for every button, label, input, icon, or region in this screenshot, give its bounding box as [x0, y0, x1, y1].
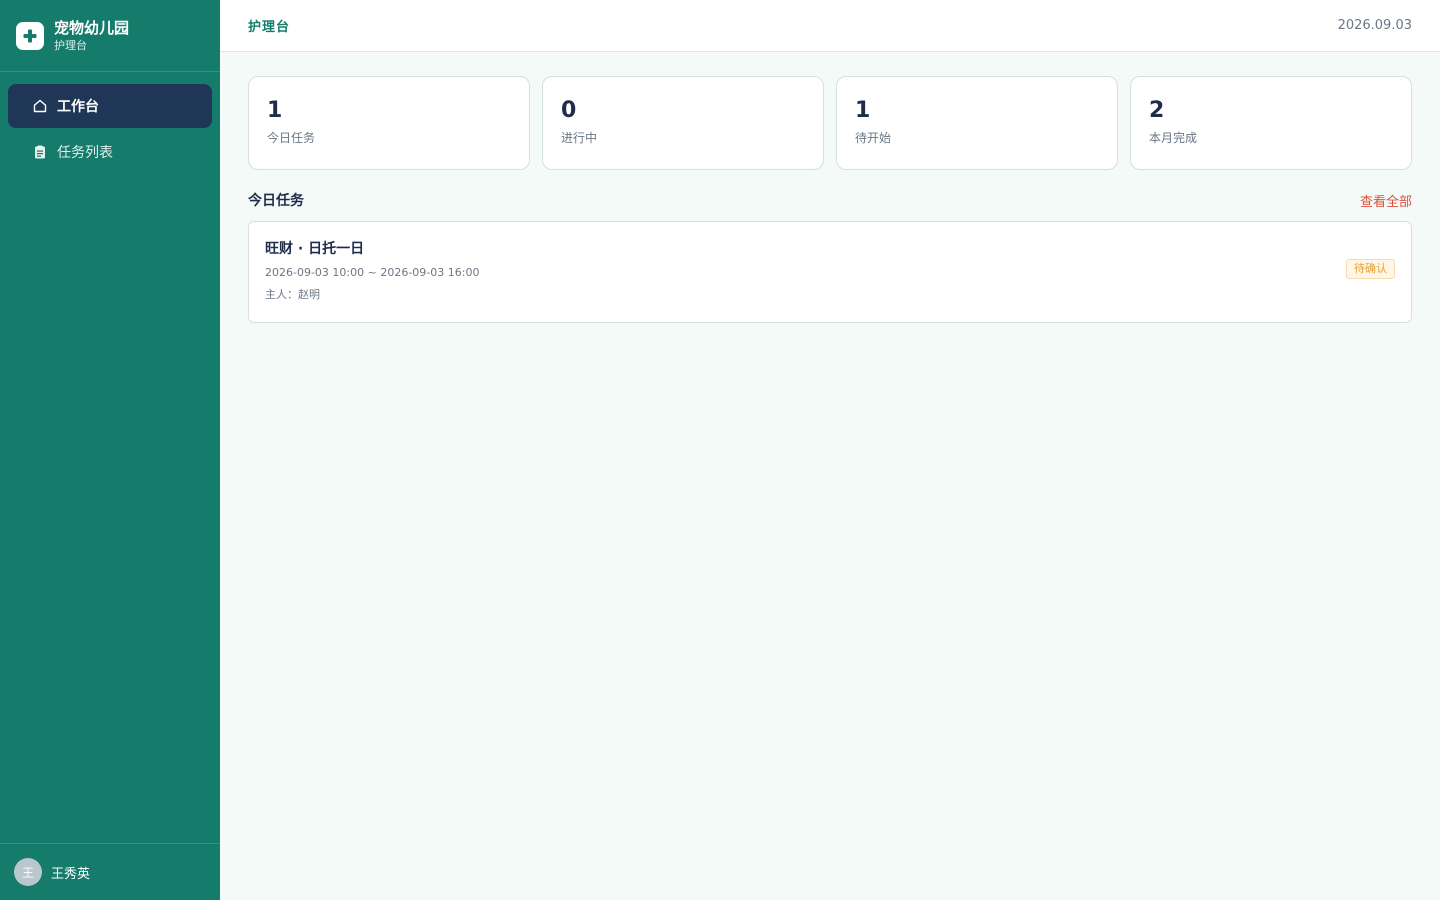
stat-card-pending-start: 1 待开始: [836, 76, 1118, 170]
task-card[interactable]: 旺财 · 日托一日 2026-09-03 10:00 ~ 2026-09-03 …: [248, 221, 1412, 323]
task-title: 旺财 · 日托一日: [265, 241, 365, 257]
current-date: 2026.09.03: [1337, 18, 1412, 33]
user-profile[interactable]: 王 王秀英: [0, 843, 220, 900]
user-name: 王秀英: [51, 866, 91, 882]
sidebar-nav: 工作台 任务列表: [0, 72, 220, 176]
brand-text: 宠物幼儿园 护理台: [54, 19, 129, 53]
stat-label: 本月完成: [1149, 131, 1198, 145]
stat-value: 1: [267, 98, 283, 123]
page-title: 护理台: [248, 20, 291, 35]
sidebar-item-task-list[interactable]: 任务列表: [8, 130, 212, 174]
view-all-link[interactable]: 查看全部: [1360, 191, 1412, 210]
brand-title: 宠物幼儿园: [54, 18, 130, 37]
home-icon: [32, 98, 48, 114]
brand-subtitle: 护理台: [54, 38, 87, 52]
stat-value: 1: [855, 98, 871, 123]
brand: 宠物幼儿园 护理台: [0, 0, 220, 72]
avatar: 王: [14, 858, 42, 886]
status-badge: 待确认: [1346, 259, 1395, 279]
stat-card-today-tasks: 1 今日任务: [248, 76, 530, 170]
app-root: 宠物幼儿园 护理台 工作台 任务列表 王 王秀英 护理台 2026.09.03 …: [0, 0, 1440, 900]
stat-card-month-completed: 2 本月完成: [1130, 76, 1412, 170]
stat-label: 进行中: [561, 131, 598, 145]
today-tasks-header: 今日任务 查看全部: [248, 191, 1412, 210]
dashboard-content: 1 今日任务 0 进行中 1 待开始 2 本月完成 今日任务 查看全部 旺财 ·…: [220, 52, 1440, 347]
stat-value: 0: [561, 98, 577, 123]
stat-card-in-progress: 0 进行中: [542, 76, 824, 170]
section-title: 今日任务: [248, 193, 304, 209]
stat-value: 2: [1149, 98, 1165, 123]
task-owner: 主人：赵明: [265, 288, 320, 301]
sidebar-item-workbench[interactable]: 工作台: [8, 84, 212, 128]
task-time: 2026-09-03 10:00 ~ 2026-09-03 16:00: [265, 266, 480, 279]
stat-label: 今日任务: [267, 131, 316, 145]
sidebar: 宠物幼儿园 护理台 工作台 任务列表 王 王秀英: [0, 0, 220, 900]
plus-logo-icon: [16, 21, 44, 50]
stats-row: 1 今日任务 0 进行中 1 待开始 2 本月完成: [248, 76, 1412, 170]
stat-label: 待开始: [855, 131, 892, 145]
topbar: 护理台 2026.09.03: [220, 0, 1440, 52]
sidebar-item-label: 任务列表: [57, 145, 113, 161]
main-area: 护理台 2026.09.03 1 今日任务 0 进行中 1 待开始 2 本月完成…: [220, 0, 1440, 900]
clipboard-icon: [32, 144, 48, 160]
sidebar-item-label: 工作台: [57, 99, 99, 115]
